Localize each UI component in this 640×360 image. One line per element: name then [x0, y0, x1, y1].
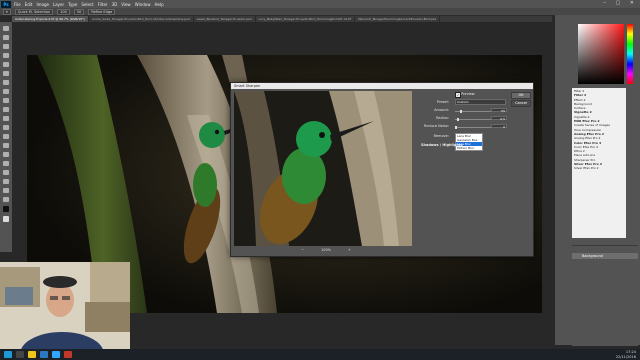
filter-list-item[interactable]: Silver Efex Pro 2 [574, 166, 624, 170]
type-tool-icon[interactable] [3, 161, 9, 166]
reduce-noise-value[interactable]: 0 [491, 124, 507, 129]
filter-preview[interactable] [234, 91, 412, 246]
document-tab[interactable]: Lucy_BabyNeko_Tanager-Ecuador-Bird_Hummi… [256, 16, 356, 22]
foreground-color-swatch[interactable] [3, 206, 9, 212]
document-tab[interactable]: Mansinti_TanagerHummingbird-AntEcuador-B… [355, 16, 441, 22]
file-explorer-icon[interactable] [28, 351, 36, 358]
background-color-swatch[interactable] [3, 216, 9, 222]
menu-image[interactable]: Image [36, 2, 49, 7]
photoshop-taskbar-icon[interactable] [52, 351, 60, 358]
document-tab[interactable]: Andre_Salza_Tanager-Ecuador-Bird_Hum-Ulm… [89, 16, 194, 22]
menu-filter[interactable]: Filter [98, 2, 108, 7]
hue-slider[interactable] [627, 24, 633, 84]
preview-zoom-controls: − 100% + [301, 247, 351, 253]
preset-select[interactable]: Custom [455, 99, 506, 105]
shape-tool-icon[interactable] [3, 179, 9, 184]
color-picker-field[interactable] [578, 24, 624, 84]
tolerance-field[interactable]: 50 [73, 8, 85, 15]
document-tab[interactable]: Antler-Racing-Tropical-2.tif @ 66.7% (RG… [12, 16, 89, 22]
task-view-icon[interactable] [16, 351, 24, 358]
eyedropper-tool-icon[interactable] [3, 71, 9, 76]
lasso-tool-icon[interactable] [3, 44, 9, 49]
history-brush-tool-icon[interactable] [3, 107, 9, 112]
start-menu-icon[interactable] [4, 351, 12, 358]
amount-value[interactable]: 55 [491, 108, 507, 113]
menu-bar: Ps File Edit Image Layer Type Select Fil… [0, 0, 640, 8]
menu-layer[interactable]: Layer [53, 2, 64, 7]
move-tool-icon[interactable] [3, 26, 9, 31]
preview-label: Preview [461, 92, 475, 96]
healing-brush-tool-icon[interactable] [3, 80, 9, 85]
amount-slider-handle[interactable] [459, 110, 462, 113]
tools-panel [0, 22, 12, 252]
menu-file[interactable]: File [14, 2, 21, 7]
smart-sharpen-dialog: Smart Sharpen − 100% + ✓ Preview Preset:… [230, 82, 534, 257]
preset-label: Preset: [436, 100, 449, 104]
windows-taskbar [0, 349, 640, 360]
preview-image [234, 91, 412, 246]
dodge-tool-icon[interactable] [3, 143, 9, 148]
layer-row[interactable]: Background [572, 253, 638, 259]
clone-stamp-tool-icon[interactable] [3, 98, 9, 103]
reduce-noise-slider-handle[interactable] [455, 126, 457, 129]
clock-date: 22/11/2016 [615, 354, 636, 359]
tool-preset-picker[interactable]: ▾ [3, 8, 11, 15]
menu-3d[interactable]: 3D [112, 2, 118, 7]
mode-select[interactable]: Quick M. Selection [14, 8, 54, 15]
shadows-highlights-toggle[interactable]: Shadows / Highlights [421, 143, 463, 147]
reduce-noise-label: Reduce Noise: [424, 124, 449, 128]
zoom-out-button[interactable]: − [301, 248, 304, 252]
eraser-tool-icon[interactable] [3, 116, 9, 121]
blur-tool-icon[interactable] [3, 134, 9, 139]
menu-type[interactable]: Type [68, 2, 77, 7]
path-selection-tool-icon[interactable] [3, 170, 9, 175]
radius-value[interactable]: 0.5 [491, 116, 507, 121]
webcam-overlay [0, 262, 130, 360]
layers-panel [572, 245, 638, 346]
radius-label: Radius: [436, 116, 449, 120]
pen-tool-icon[interactable] [3, 152, 9, 157]
options-bar: ▾ Quick M. Selection 100 50 Refine Edge [0, 8, 640, 16]
hand-tool-icon[interactable] [3, 188, 9, 193]
size-field[interactable]: 100 [57, 8, 70, 15]
cancel-button[interactable]: Cancel [511, 100, 531, 107]
marquee-tool-icon[interactable] [3, 35, 9, 40]
document-tab[interactable]: Lewis_Bluebird_Tanager-Ecuador.psd [194, 16, 256, 22]
menu-view[interactable]: View [121, 2, 131, 7]
menu-help[interactable]: Help [154, 2, 163, 7]
menu-edit[interactable]: Edit [25, 2, 33, 7]
filters-panel: Filter 2 Filter 2 Effect 2 Background Surfac… [572, 88, 626, 238]
document-tabs: Antler-Racing-Tropical-2.tif @ 66.7% (RG… [12, 16, 552, 22]
dialog-title: Smart Sharpen [231, 83, 533, 89]
zoom-tool-icon[interactable] [3, 197, 9, 202]
quick-selection-tool-icon[interactable] [3, 53, 9, 58]
amount-label: Amount: [434, 108, 449, 112]
brush-tool-icon[interactable] [3, 89, 9, 94]
presenter-video [0, 262, 130, 360]
menu-window[interactable]: Window [135, 2, 151, 7]
window-controls-icon[interactable]: – ▢ ✕ [603, 0, 638, 6]
ok-button[interactable]: OK [511, 92, 531, 99]
zoom-level: 100% [320, 248, 331, 252]
remove-label: Remove: [433, 134, 449, 138]
remove-dropdown[interactable]: Lens Blur Gaussian Blur Lens Blur Motion… [455, 133, 483, 151]
gradient-tool-icon[interactable] [3, 125, 9, 130]
app-taskbar-icon[interactable] [64, 351, 72, 358]
refine-edge-button[interactable]: Refine Edge [88, 8, 116, 15]
browser-icon[interactable] [40, 351, 48, 358]
menu-select[interactable]: Select [81, 2, 93, 7]
radius-slider-handle[interactable] [457, 118, 459, 121]
system-clock[interactable]: 17:24 22/11/2016 [616, 350, 636, 359]
photoshop-logo-icon: Ps [1, 0, 11, 8]
crop-tool-icon[interactable] [3, 62, 9, 67]
zoom-in-button[interactable]: + [348, 248, 351, 252]
collapsed-panels-strip [555, 15, 570, 345]
